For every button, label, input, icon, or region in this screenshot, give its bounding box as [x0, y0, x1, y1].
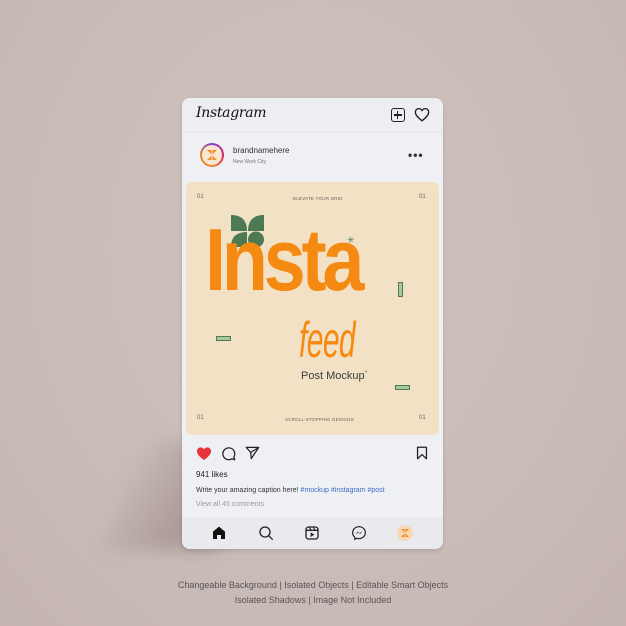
send-icon[interactable] [245, 446, 260, 460]
avatar[interactable] [200, 143, 224, 167]
subhead-feed: feed [299, 312, 356, 368]
footer-line-2: Isolated Shadows | Image Not Included [234, 595, 392, 605]
location[interactable]: New Work City [233, 159, 266, 165]
reels-icon[interactable] [304, 525, 320, 541]
bookmark-icon[interactable] [416, 446, 428, 460]
likes-count[interactable]: 941 likes [196, 470, 228, 479]
profile-avatar-icon[interactable] [397, 525, 413, 541]
instagram-logo: Instagram [196, 105, 267, 121]
brand-logo-icon [207, 150, 217, 160]
search-icon[interactable] [258, 525, 274, 541]
home-icon[interactable] [211, 525, 227, 541]
corner-number-bottom-right: 01 [419, 415, 426, 421]
bottom-tagline: SCROLL-STOPPING DESIGNS [285, 417, 354, 422]
brand-logo-icon [401, 529, 409, 537]
bottom-nav [182, 517, 443, 549]
decor-chip [216, 336, 231, 341]
heart-outline-icon[interactable] [414, 107, 430, 122]
decor-chip [395, 385, 410, 390]
username[interactable]: brandnamehere [233, 146, 289, 155]
heart-filled-icon[interactable] [196, 446, 212, 461]
footer-line-1: Changeable Background | Isolated Objects… [177, 580, 449, 590]
top-bar: Instagram [182, 98, 443, 133]
plus-square-icon[interactable] [391, 108, 405, 122]
caption: Write your amazing caption here! #mockup… [196, 487, 385, 494]
view-comments-link[interactable]: View all 45 comments [196, 501, 264, 508]
headline-insta: Insta [205, 210, 364, 309]
more-options-icon[interactable]: ••• [408, 148, 424, 162]
post-image[interactable]: 01 ELEVATE YOUR GRID 01 ✳ Insta feed Pos… [186, 182, 439, 435]
messenger-icon[interactable] [351, 525, 367, 541]
decor-chip-vertical [398, 282, 403, 297]
comment-icon[interactable] [221, 446, 236, 461]
caption-hashtags[interactable]: #mockup #instagram #post [301, 487, 385, 494]
corner-number-bottom-left: 01 [197, 415, 204, 421]
post-mockup-label: Post Mockup´ [301, 370, 369, 382]
instagram-post-card: Instagram brandnamehere New Work City ••… [182, 98, 443, 549]
caption-text: Write your amazing caption here! [196, 487, 301, 494]
corner-number-top-left: 01 [197, 194, 204, 200]
corner-number-top-right: 01 [419, 194, 426, 200]
top-tagline: ELEVATE YOUR GRID [293, 196, 343, 201]
post-header: brandnamehere New Work City ••• [182, 133, 443, 177]
post-actions [182, 441, 443, 465]
